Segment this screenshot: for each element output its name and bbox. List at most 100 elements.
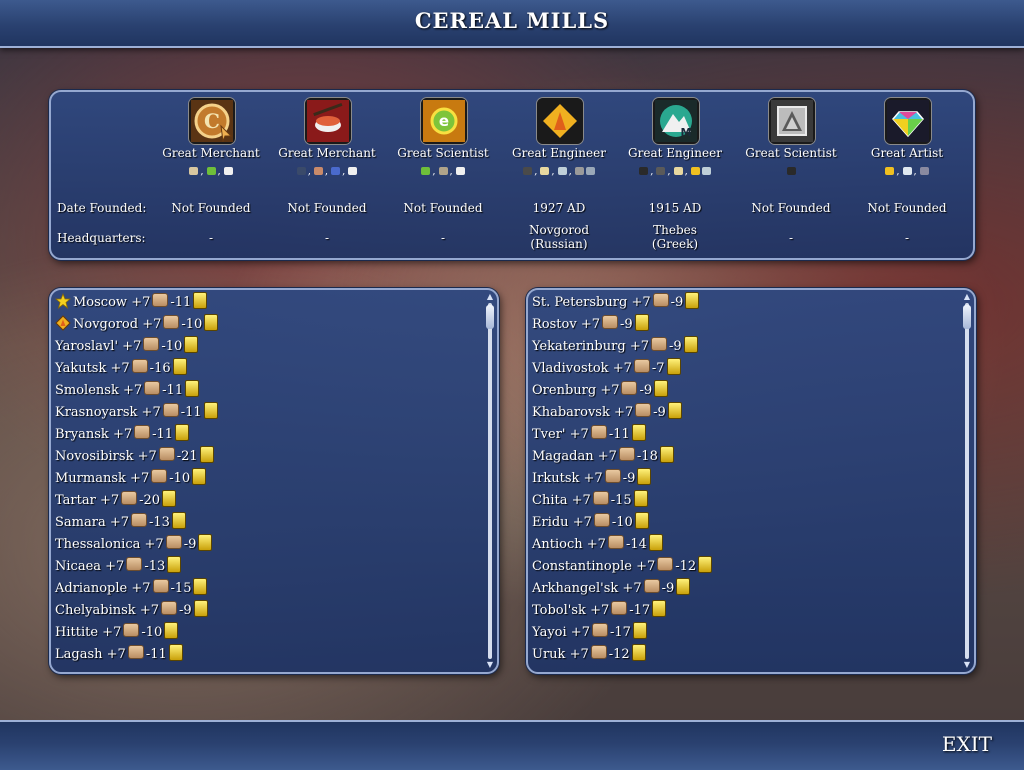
civilized-jewelers-icon[interactable] <box>885 98 931 144</box>
city-row[interactable]: Chita +7 -15 <box>532 490 958 512</box>
cereal-mills-icon[interactable]: C <box>189 98 235 144</box>
city-name: Adrianople <box>55 581 128 596</box>
scroll-track[interactable] <box>488 303 492 659</box>
corporation-founder-label: Great Engineer <box>512 146 606 160</box>
city-row[interactable]: Irkutsk +7 -9 <box>532 468 958 490</box>
city-row[interactable]: Hittite +7 -10 <box>55 622 481 644</box>
gold-cost: -9 <box>668 339 682 354</box>
gold-icon <box>634 314 649 331</box>
city-row[interactable]: Yekaterinburg +7 -9 <box>532 336 958 358</box>
city-row[interactable]: Arkhangel'sk +7 -9 <box>532 578 958 600</box>
scroll-down-arrow-icon[interactable]: ▼ <box>486 661 494 669</box>
resource-separator: , <box>667 166 671 177</box>
city-name: Magadan <box>532 449 594 464</box>
city-row[interactable]: Yakutsk +7 -16 <box>55 358 481 380</box>
city-row[interactable]: Adrianople +7 -15 <box>55 578 481 600</box>
city-row[interactable]: Murmansk +7 -10 <box>55 468 481 490</box>
city-list-right[interactable]: St. Petersburg +7 -9 Rostov +7 -9 Yekaterinb… <box>526 288 976 674</box>
city-row[interactable]: Samara +7 -13 <box>55 512 481 534</box>
food-yield: +7 <box>636 559 656 574</box>
city-row[interactable]: Vladivostok +7 -7 <box>532 358 958 380</box>
city-row[interactable]: Novosibirsk +7 -21 <box>55 446 481 468</box>
food-icon <box>593 513 610 527</box>
city-row[interactable]: Chelyabinsk +7 -9 <box>55 600 481 622</box>
city-row[interactable]: Thessalonica +7 -9 <box>55 534 481 556</box>
scroll-thumb[interactable] <box>486 305 494 329</box>
sid-sushi-icon[interactable] <box>305 98 351 144</box>
svg-text:e: e <box>439 112 449 130</box>
gold-cost: -11 <box>170 295 192 310</box>
gold-cost: -11 <box>162 383 184 398</box>
corporation-founder-label: Great Scientist <box>745 146 837 160</box>
city-row[interactable]: Lagash +7 -11 <box>55 644 481 666</box>
food-yield: +7 <box>570 625 590 640</box>
gold-icon <box>633 490 648 507</box>
city-name: Tartar <box>55 493 96 508</box>
date-founded-value: Not Founded <box>171 201 251 215</box>
headquarters-value: - <box>849 231 965 245</box>
city-name: Antioch <box>532 537 583 552</box>
scroll-up-arrow-icon[interactable]: ▲ <box>963 293 971 301</box>
gold-icon <box>172 358 187 375</box>
food-icon <box>604 469 621 483</box>
city-row[interactable]: Smolensk +7 -11 <box>55 380 481 402</box>
corporation-column: Great Scientist Not Founded - <box>733 92 849 258</box>
city-row[interactable]: Constantinople +7 -12 <box>532 556 958 578</box>
food-icon <box>160 601 177 615</box>
food-yield: +7 <box>629 339 649 354</box>
standard-ethanol-icon[interactable]: e <box>421 98 467 144</box>
city-row[interactable]: Orenburg +7 -9 <box>532 380 958 402</box>
gold-cost: -10 <box>181 317 203 332</box>
gold-cost: -13 <box>144 559 166 574</box>
food-yield: +7 <box>600 383 620 398</box>
city-row[interactable]: Magadan +7 -18 <box>532 446 958 468</box>
city-row[interactable]: Uruk +7 -12 <box>532 644 958 666</box>
city-row[interactable]: Yaroslavl' +7 -10 <box>55 336 481 358</box>
city-row[interactable]: Tver' +7 -11 <box>532 424 958 446</box>
city-row[interactable]: Krasnoyarsk +7 -11 <box>55 402 481 424</box>
headquarters-city: - <box>208 231 214 245</box>
scroll-track[interactable] <box>965 303 969 659</box>
city-name: Hittite <box>55 625 99 640</box>
city-row[interactable]: Rostov +7 -9 <box>532 314 958 336</box>
resource-icon <box>421 167 431 175</box>
mining-inc-icon[interactable]: M <box>653 98 699 144</box>
gold-icon <box>203 402 218 419</box>
gold-icon <box>634 512 649 529</box>
city-row[interactable]: Khabarovsk +7 -9 <box>532 402 958 424</box>
creative-constructions-icon[interactable] <box>537 98 583 144</box>
scroll-down-arrow-icon[interactable]: ▼ <box>963 661 971 669</box>
city-row[interactable]: Antioch +7 -14 <box>532 534 958 556</box>
gold-cost: -11 <box>608 427 630 442</box>
gold-icon <box>164 622 179 639</box>
city-row[interactable]: Novgorod +7 -10 <box>55 314 481 336</box>
city-row[interactable]: Tartar +7 -20 <box>55 490 481 512</box>
city-row[interactable]: Bryansk +7 -11 <box>55 424 481 446</box>
food-yield: +7 <box>122 339 142 354</box>
exit-button[interactable]: EXIT <box>942 732 992 756</box>
city-row[interactable]: Eridu +7 -10 <box>532 512 958 534</box>
gold-icon <box>162 490 177 507</box>
food-yield: +7 <box>612 361 632 376</box>
city-list-left[interactable]: Moscow +7 -11 Novgorod +7 -10 Yaroslavl' +7-… <box>49 288 499 674</box>
city-row[interactable]: St. Petersburg +7 -9 <box>532 292 958 314</box>
resource-separator: , <box>913 166 917 177</box>
city-row[interactable]: Moscow +7 -11 <box>54 292 481 314</box>
scroll-up-arrow-icon[interactable]: ▲ <box>486 293 494 301</box>
scrollbar-right[interactable]: ▲ ▼ <box>963 293 971 669</box>
corporation-column: e Great Scientist,, Not Founded - <box>385 92 501 258</box>
date-founded-label: Date Founded: <box>57 201 147 215</box>
scrollbar-left[interactable]: ▲ ▼ <box>486 293 494 669</box>
scroll-thumb[interactable] <box>963 305 971 329</box>
aluminum-co-icon[interactable] <box>769 98 815 144</box>
resource-icon <box>673 167 683 175</box>
food-icon <box>131 513 148 527</box>
city-row[interactable]: Tobol'sk +7 -17 <box>532 600 958 622</box>
food-yield: +7 <box>105 559 125 574</box>
gold-icon <box>175 424 190 441</box>
gold-cost: -9 <box>661 581 675 596</box>
city-row[interactable]: Nicaea +7 -13 <box>55 556 481 578</box>
city-row[interactable]: Yayoi +7 -17 <box>532 622 958 644</box>
city-name: Chita <box>532 493 568 508</box>
gold-icon <box>199 446 214 463</box>
